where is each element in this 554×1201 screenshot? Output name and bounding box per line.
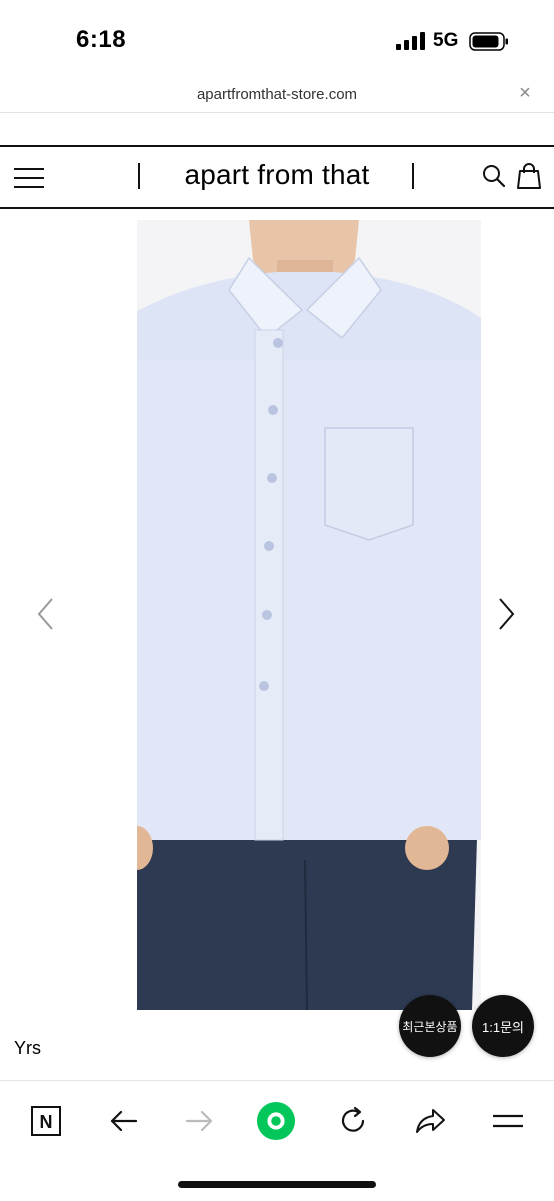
share-icon[interactable]: [410, 1101, 450, 1141]
naver-home-icon[interactable]: N: [26, 1101, 66, 1141]
naver-letter: N: [40, 1112, 53, 1132]
green-circle-icon[interactable]: [256, 1101, 296, 1141]
refresh-icon[interactable]: [333, 1101, 373, 1141]
url-text[interactable]: apartfromthat-store.com: [0, 86, 554, 103]
brand-logo[interactable]: apart from that: [150, 159, 404, 191]
back-icon[interactable]: [103, 1101, 143, 1141]
previous-image-arrow-icon[interactable]: [34, 596, 58, 632]
signal-icon: [396, 32, 425, 50]
status-time: 6:18: [76, 26, 127, 53]
product-name: Yrs: [14, 1038, 41, 1058]
network-type: 5G: [433, 30, 459, 51]
search-icon[interactable]: [482, 164, 506, 188]
battery-icon: [469, 32, 508, 51]
header-divider-left: [138, 163, 140, 189]
header-divider-right: [412, 163, 414, 189]
close-icon[interactable]: ×: [514, 82, 536, 105]
site-header: apart from that: [0, 145, 554, 209]
forward-icon[interactable]: [180, 1101, 220, 1141]
shopping-bag-icon[interactable]: [516, 162, 542, 190]
next-image-arrow-icon[interactable]: [494, 596, 518, 632]
recent-products-button[interactable]: 최근본상품: [399, 995, 461, 1057]
hamburger-menu-icon[interactable]: [14, 168, 44, 188]
url-bar[interactable]: apartfromthat-store.com ×: [0, 82, 554, 113]
menu-icon[interactable]: [488, 1101, 528, 1141]
inquiry-button[interactable]: 1:1문의: [472, 995, 534, 1057]
home-indicator: [178, 1181, 376, 1188]
product-image[interactable]: [137, 220, 481, 1010]
